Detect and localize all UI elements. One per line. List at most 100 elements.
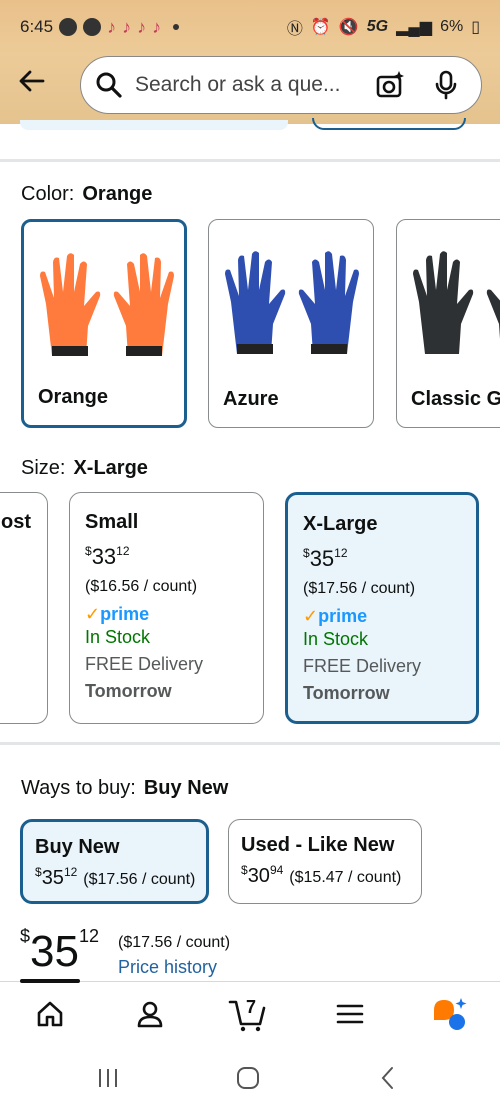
- home-button-icon[interactable]: [228, 1063, 268, 1093]
- prime-badge: ✓prime: [85, 604, 248, 625]
- azure-gloves-image: [225, 251, 359, 354]
- status-time: 6:45: [20, 17, 54, 36]
- price-currency: $: [85, 544, 92, 558]
- main-unit-price: ($17.56 / count): [118, 934, 231, 951]
- active-tab-indicator: [20, 979, 80, 983]
- more-notifications-dot: [173, 24, 180, 30]
- prime-check-icon: ✓: [85, 604, 101, 624]
- main-price-currency: $: [20, 926, 31, 946]
- prime-check-icon: ✓: [303, 606, 319, 626]
- delivery-day: Tomorrow: [85, 681, 172, 701]
- cart-icon[interactable]: 7: [228, 994, 268, 1034]
- back-button-icon[interactable]: [368, 1063, 408, 1093]
- tiktok-icon-2: ♪: [122, 16, 132, 37]
- size-selected-value: X-Large: [73, 457, 148, 479]
- alarm-icon: ⏰: [310, 19, 331, 36]
- tiktok-icon-4: ♪: [152, 16, 162, 37]
- price-cents: 94: [269, 863, 284, 877]
- size-option-small[interactable]: Small $3312 ($16.56 / count) ✓prime In S…: [69, 492, 264, 724]
- color-label: Color: Orange: [21, 183, 152, 206]
- rufus-icon[interactable]: [430, 994, 470, 1034]
- microphone-icon[interactable]: [433, 70, 459, 100]
- divider: [0, 742, 500, 745]
- color-option-orange[interactable]: Orange: [21, 219, 187, 428]
- color-label-text: Color:: [21, 183, 75, 205]
- size-name: Small: [85, 511, 139, 533]
- bottom-nav: 7: [0, 979, 500, 1045]
- delivery-day: Tomorrow: [303, 683, 390, 703]
- buy-option-title: Used - Like New: [241, 834, 395, 856]
- search-icon: [96, 72, 122, 98]
- status-right: Ⓝ ⏰ 🔇 5G ▂▄▆ 6% ▯: [287, 15, 480, 39]
- unit-price: ($17.56 / count): [83, 871, 196, 888]
- price-whole: 33: [91, 544, 117, 569]
- delivery-info: FREE Delivery: [303, 656, 422, 676]
- color-selected-value: Orange: [82, 183, 153, 205]
- unit-price: ($17.56 / count): [303, 580, 416, 597]
- color-option-label: Orange: [38, 386, 109, 408]
- size-price: $3312: [85, 544, 248, 570]
- status-bar: 6:45 ♪ ♪ ♪ ♪ Ⓝ ⏰ 🔇 5G ▂▄▆ 6% ▯: [0, 0, 500, 54]
- size-label-text: Size:: [21, 457, 66, 479]
- price-cents: 12: [116, 544, 130, 558]
- unit-price: ($15.47 / count): [289, 869, 402, 886]
- color-option-label: Classic G: [411, 388, 500, 410]
- tiktok-icon-3: ♪: [137, 16, 147, 37]
- buy-option-new[interactable]: Buy New $3512 ($17.56 / count): [20, 819, 209, 904]
- orange-gloves-image: [40, 253, 174, 356]
- peek-left-card: [20, 120, 288, 130]
- classic-gloves-image: [413, 251, 500, 354]
- home-icon[interactable]: [30, 994, 70, 1034]
- signal-icon: ▂▄▆: [396, 19, 433, 36]
- nfc-icon: Ⓝ: [286, 21, 303, 38]
- search-header: [0, 54, 500, 124]
- price-history-link[interactable]: Price history: [118, 957, 217, 978]
- size-option-x-large[interactable]: X-Large $3512 ($17.56 / count) ✓prime In…: [285, 492, 479, 724]
- prime-label: prime: [318, 606, 368, 626]
- size-option-partial-name: ost: [1, 511, 31, 533]
- size-option-partial[interactable]: ost: [0, 492, 48, 724]
- size-label: Size: X-Large: [21, 457, 148, 480]
- price-cents: 12: [334, 546, 348, 560]
- ways-to-buy-label-text: Ways to buy:: [21, 777, 136, 799]
- camera-search-icon[interactable]: [375, 70, 405, 100]
- prime-badge: ✓prime: [303, 606, 461, 627]
- tiktok-icon: ♪: [107, 16, 117, 37]
- back-arrow-icon[interactable]: [14, 66, 50, 102]
- stock-status: In Stock: [85, 627, 151, 647]
- buy-option-title: Buy New: [35, 836, 120, 858]
- menu-icon[interactable]: [330, 994, 370, 1034]
- price-whole: 35: [41, 867, 64, 889]
- status-left: 6:45 ♪ ♪ ♪ ♪: [20, 16, 180, 38]
- messenger-icon-2: [83, 18, 102, 36]
- search-input[interactable]: [135, 73, 365, 97]
- size-price: $3512: [303, 546, 461, 572]
- previous-content-peek: [0, 118, 500, 160]
- network-label: 5G: [366, 18, 389, 35]
- buy-option-used-like-new[interactable]: Used - Like New $3094 ($15.47 / count): [228, 819, 422, 904]
- battery-label: 6%: [440, 18, 464, 35]
- price-currency: $: [241, 863, 248, 877]
- unit-price: ($16.56 / count): [85, 578, 198, 595]
- recent-apps-icon[interactable]: [88, 1063, 128, 1093]
- search-bar[interactable]: [80, 56, 482, 114]
- ways-to-buy-label: Ways to buy: Buy New: [21, 777, 228, 800]
- messenger-icon: [59, 18, 78, 36]
- delivery-info: FREE Delivery: [85, 654, 204, 674]
- buy-option-price: $3512 ($17.56 / count): [35, 865, 196, 890]
- divider: [0, 159, 500, 162]
- color-option-classic-gray[interactable]: Classic G: [396, 219, 500, 428]
- mute-icon: 🔇: [338, 19, 359, 36]
- ways-to-buy-selected-value: Buy New: [143, 777, 229, 799]
- price-whole: 30: [247, 865, 270, 887]
- price-cents: 12: [63, 865, 78, 879]
- battery-icon: ▯: [471, 19, 480, 36]
- peek-right-card: [312, 118, 466, 130]
- color-option-azure[interactable]: Azure: [208, 219, 374, 428]
- prime-label: prime: [100, 604, 150, 624]
- size-name: X-Large: [303, 513, 378, 535]
- android-nav-bar: [0, 1045, 500, 1111]
- cart-count-badge: 7: [246, 997, 257, 1017]
- price-whole: 35: [309, 546, 335, 571]
- account-icon[interactable]: [130, 994, 170, 1034]
